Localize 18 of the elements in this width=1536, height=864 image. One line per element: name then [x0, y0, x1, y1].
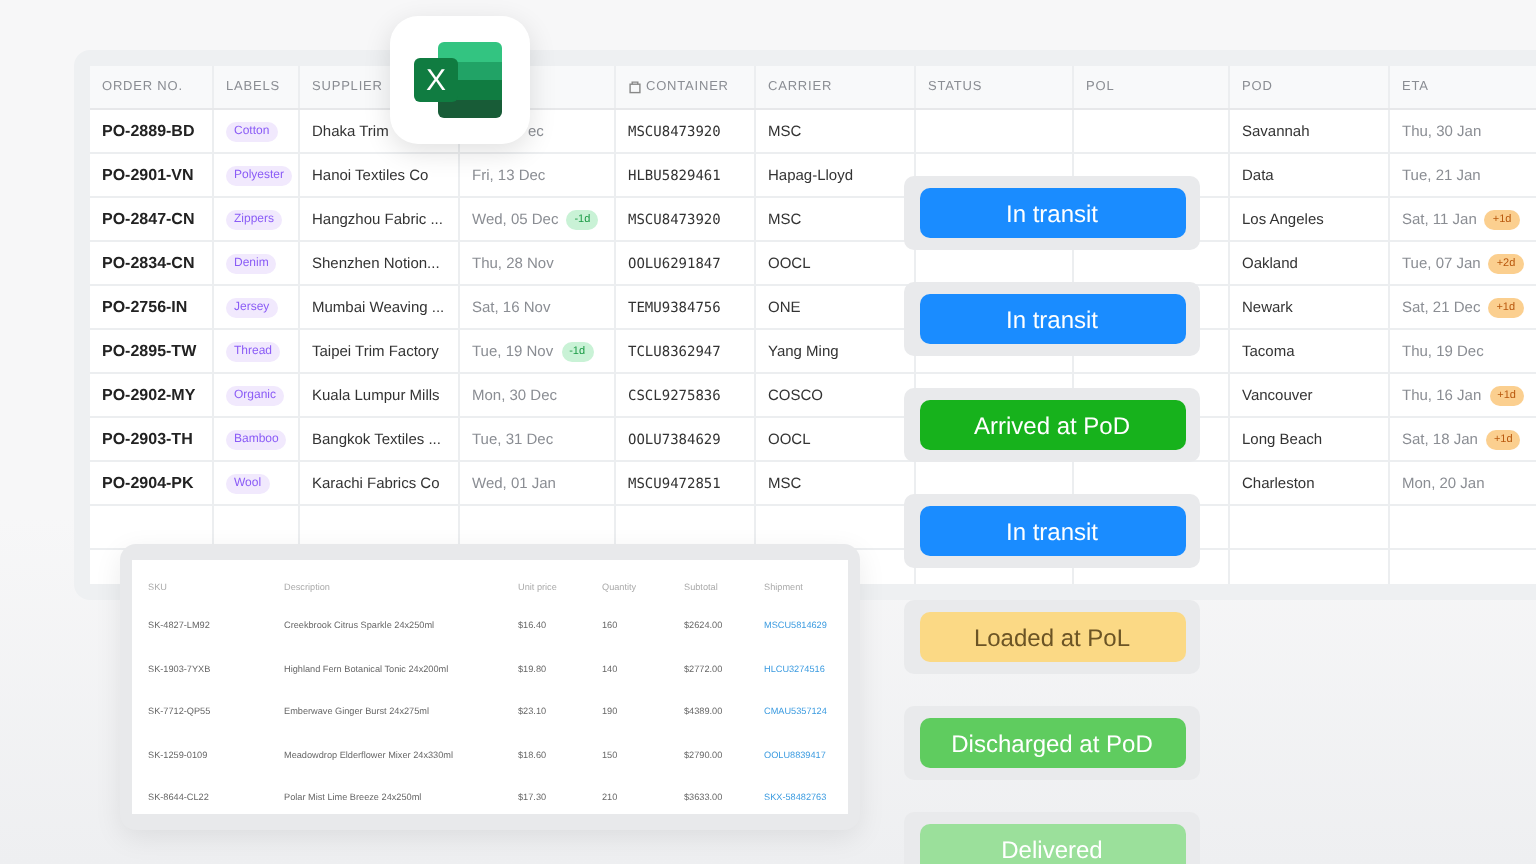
order-number: PO-2834-CN: [102, 254, 195, 272]
order-number: PO-2902-MY: [102, 386, 196, 404]
box-icon: [628, 80, 642, 94]
status-pill: In transit: [919, 188, 1185, 238]
spreadsheet-app-icon: X: [390, 16, 530, 144]
status-pill: Arrived at PoD: [919, 400, 1185, 450]
order-number: PO-2756-IN: [102, 298, 188, 316]
status-pill: Delivered: [919, 824, 1185, 864]
status-pill: Discharged at PoD: [919, 718, 1185, 768]
status-pill: In transit: [919, 294, 1185, 344]
order-number: PO-2889-BD: [102, 122, 195, 140]
status-pill: In transit: [919, 506, 1185, 556]
order-number: PO-2903-TH: [102, 430, 193, 448]
order-number: PO-2895-TW: [102, 342, 197, 360]
status-pill: Loaded at PoL: [919, 612, 1185, 662]
order-number: PO-2901-VN: [102, 166, 194, 184]
order-number: PO-2847-CN: [102, 210, 195, 228]
order-number: PO-2904-PK: [102, 474, 194, 492]
